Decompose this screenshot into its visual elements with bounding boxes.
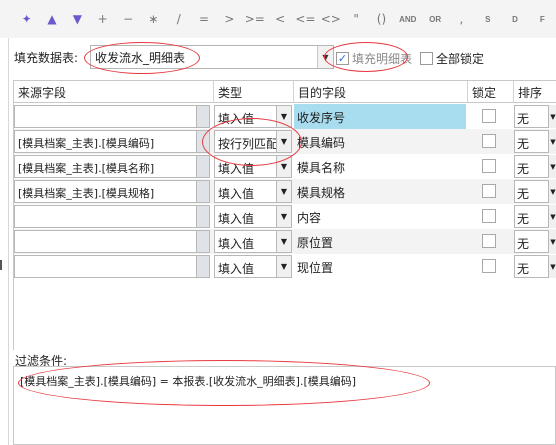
lock-checkbox[interactable]	[482, 259, 496, 273]
fill-table-row: 填充数据表: 收发流水_明细表 ▼	[14, 44, 334, 70]
lock-all-label: 全部锁定	[436, 52, 485, 66]
filter-expression-text: [模具档案_主表].[模具编码] = 本报表.[收发流水_明细表].[模具编码]	[20, 375, 357, 388]
lock-all-checkbox[interactable]: 全部锁定	[420, 50, 484, 67]
source-field-input[interactable]: [模具档案_主表].[模具名称]	[14, 155, 210, 178]
dest-field-cell[interactable]: 内容	[294, 204, 466, 229]
not-equal-icon[interactable]: <>	[318, 9, 343, 29]
lock-checkbox[interactable]	[482, 234, 496, 248]
col-header-lock[interactable]: 锁定	[468, 81, 514, 103]
magic-wand-icon[interactable]: ✦	[14, 9, 39, 29]
move-up-icon[interactable]: ▲	[39, 9, 64, 29]
fill-detail-checkbox[interactable]: ✓ 填充明细表	[336, 50, 412, 67]
source-dropdown-button[interactable]	[196, 155, 210, 178]
f-icon[interactable]: F	[529, 9, 556, 29]
chevron-down-icon[interactable]: ▼	[276, 255, 292, 278]
chevron-down-icon[interactable]: ▼	[276, 230, 292, 253]
source-field-input[interactable]	[14, 205, 210, 228]
source-field-input[interactable]	[14, 230, 210, 253]
chevron-down-icon[interactable]: ▼	[548, 205, 556, 228]
d-icon[interactable]: D	[501, 9, 528, 29]
fill-table-select[interactable]: 收发流水_明细表 ▼	[90, 45, 334, 69]
table-row[interactable]: 填入值 ▼ 原位置 无 ▼	[14, 229, 556, 254]
less-equal-icon[interactable]: <=	[293, 9, 318, 29]
chevron-down-icon[interactable]: ▼	[548, 255, 556, 278]
add-icon[interactable]: +	[90, 9, 115, 29]
less-than-icon[interactable]: <	[267, 9, 292, 29]
fill-detail-label: 填充明细表	[352, 52, 413, 66]
chevron-down-icon[interactable]: ▼	[276, 130, 292, 153]
source-dropdown-button[interactable]	[196, 230, 210, 253]
chevron-down-icon[interactable]: ▼	[276, 180, 292, 203]
chevron-down-icon[interactable]: ▼	[276, 105, 292, 128]
greater-than-icon[interactable]: >	[217, 9, 242, 29]
chevron-down-icon[interactable]: ▼	[317, 46, 333, 68]
dest-field-cell[interactable]: 收发序号	[294, 104, 466, 129]
table-row[interactable]: 填入值 ▼ 内容 无 ▼	[14, 204, 556, 229]
mapping-grid: 来源字段 类型 目的字段 锁定 排序 填入值 ▼ 收发序号 无 ▼ [模具档案_…	[13, 80, 556, 350]
s-icon[interactable]: S	[474, 9, 501, 29]
greater-equal-icon[interactable]: >=	[242, 9, 267, 29]
table-row[interactable]: 填入值 ▼ 收发序号 无 ▼	[14, 104, 556, 129]
and-icon[interactable]: AND	[394, 9, 421, 29]
source-field-input[interactable]	[14, 255, 210, 278]
lock-checkbox[interactable]	[482, 159, 496, 173]
lock-checkbox[interactable]	[482, 109, 496, 123]
table-row[interactable]: [模具档案_主表].[模具名称] 填入值 ▼ 模具名称 无 ▼	[14, 154, 556, 179]
col-header-dest[interactable]: 目的字段	[294, 81, 468, 103]
move-down-icon[interactable]: ▼	[65, 9, 90, 29]
table-row[interactable]: 填入值 ▼ 现位置 无 ▼	[14, 254, 556, 279]
subtract-icon[interactable]: −	[115, 9, 140, 29]
quote-icon[interactable]: "	[343, 9, 368, 29]
splitter-handle[interactable]	[0, 260, 4, 270]
col-header-source[interactable]: 来源字段	[14, 81, 214, 103]
fill-table-label: 填充数据表:	[14, 50, 79, 65]
dest-field-cell[interactable]: 模具编码	[294, 129, 466, 154]
col-header-type[interactable]: 类型	[214, 81, 294, 103]
source-field-input[interactable]	[14, 105, 210, 128]
divide-icon[interactable]: /	[166, 9, 191, 29]
chevron-down-icon[interactable]: ▼	[276, 155, 292, 178]
chevron-down-icon[interactable]: ▼	[548, 230, 556, 253]
dest-field-cell[interactable]: 模具名称	[294, 154, 466, 179]
left-divider	[8, 38, 9, 445]
col-header-sort[interactable]: 排序	[514, 81, 556, 103]
source-field-input[interactable]: [模具档案_主表].[模具编码]	[14, 130, 210, 153]
source-dropdown-button[interactable]	[196, 205, 210, 228]
or-icon[interactable]: OR	[421, 9, 448, 29]
chevron-down-icon[interactable]: ▼	[548, 130, 556, 153]
dest-field-cell[interactable]: 现位置	[294, 254, 466, 279]
filter-expression-input[interactable]: [模具档案_主表].[模具编码] = 本报表.[收发流水_明细表].[模具编码]	[13, 366, 556, 445]
toolbar: ✦ ▲ ▼ + − ∗ / = > >= < <= <> " () AND OR…	[0, 0, 556, 38]
equals-icon[interactable]: =	[191, 9, 216, 29]
table-row[interactable]: [模具档案_主表].[模具规格] 填入值 ▼ 模具规格 无 ▼	[14, 179, 556, 204]
lock-checkbox[interactable]	[482, 209, 496, 223]
lock-checkbox[interactable]	[482, 184, 496, 198]
fill-table-value: 收发流水_明细表	[95, 50, 186, 65]
chevron-down-icon[interactable]: ▼	[548, 155, 556, 178]
source-dropdown-button[interactable]	[196, 255, 210, 278]
checkmark-icon[interactable]: ✓	[336, 52, 349, 65]
lock-all-box[interactable]	[420, 52, 433, 65]
dest-field-cell[interactable]: 模具规格	[294, 179, 466, 204]
source-dropdown-button[interactable]	[196, 180, 210, 203]
chevron-down-icon[interactable]: ▼	[276, 205, 292, 228]
dest-field-cell[interactable]: 原位置	[294, 229, 466, 254]
chevron-down-icon[interactable]: ▼	[548, 180, 556, 203]
table-row[interactable]: [模具档案_主表].[模具编码] 按行列匹配 ▼ 模具编码 无 ▼	[14, 129, 556, 154]
source-field-input[interactable]: [模具档案_主表].[模具规格]	[14, 180, 210, 203]
source-dropdown-button[interactable]	[196, 105, 210, 128]
parentheses-icon[interactable]: ()	[369, 9, 394, 29]
lock-checkbox[interactable]	[482, 134, 496, 148]
source-dropdown-button[interactable]	[196, 130, 210, 153]
chevron-down-icon[interactable]: ▼	[548, 105, 556, 128]
multiply-icon[interactable]: ∗	[141, 9, 166, 29]
comma-icon[interactable]: ,	[449, 9, 474, 29]
